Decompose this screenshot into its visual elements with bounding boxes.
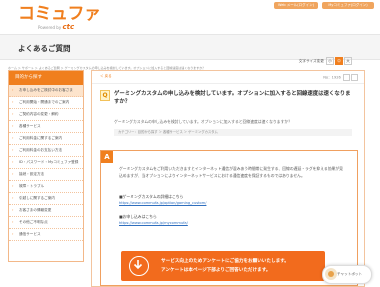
sidebar-item-label: お申し込みをご検討中のお客さま bbox=[19, 88, 73, 92]
survey-line-2: アンケートは本ページ下部よりご回答いただけます。 bbox=[161, 268, 271, 273]
question-number: No：1926 bbox=[323, 74, 358, 81]
sidebar-item-services[interactable]: › 各種サービス bbox=[9, 121, 83, 133]
arrow-icon: › bbox=[12, 148, 14, 152]
sidebar-title: 目的から探す bbox=[9, 71, 83, 85]
page-title: よくあるご質問 bbox=[18, 44, 71, 53]
arrow-icon: › bbox=[12, 88, 14, 92]
question-badge: Q bbox=[100, 90, 110, 101]
arrow-icon: › bbox=[12, 184, 14, 188]
mycommufa-login-button[interactable]: Myコミュファ(ログイン) bbox=[322, 2, 374, 9]
sidebar-item-info-change[interactable]: › お客さまの情報変更 bbox=[9, 205, 83, 217]
arrow-icon: › bbox=[12, 124, 14, 128]
sidebar-item-contract[interactable]: › ご契約内容の変更・解約 bbox=[9, 109, 83, 121]
sidebar-item-start[interactable]: › ご利用開始・開通までのご案内 bbox=[9, 97, 83, 109]
sidebar-item-label: 各種サービス bbox=[19, 124, 41, 128]
arrow-icon: › bbox=[12, 112, 14, 116]
text-size-control: 文字サイズ変更 小中大 bbox=[299, 57, 352, 65]
gaming-custom-detail-label: ■ゲーミングカスタムの詳細はこちら bbox=[119, 194, 184, 199]
chatbot-button[interactable]: チャットボット bbox=[322, 265, 372, 284]
apply-link[interactable]: https://www.commufa.jp/mycommufa/ bbox=[119, 221, 188, 225]
question-number-text: No：1926 bbox=[323, 75, 341, 80]
sidebar-item-setup[interactable]: › 接続・設定方法 bbox=[9, 169, 83, 181]
arrow-icon: › bbox=[12, 172, 14, 176]
sidebar-item-fees[interactable]: › ご利用料金に関するご案内 bbox=[9, 133, 83, 145]
sidebar-item-comm-services[interactable]: › 通信サービス bbox=[9, 229, 83, 241]
question-title: ゲーミングカスタムの申し込みを検討しています。オプションに加入すると回線速度は速… bbox=[114, 91, 351, 105]
text-size-large[interactable]: 大 bbox=[344, 57, 352, 65]
share-icon[interactable] bbox=[351, 74, 358, 81]
sidebar-item-id-password[interactable]: › ID・パスワード・Myコミュファ登録 bbox=[9, 157, 83, 169]
back-link[interactable]: ＜ 戻る bbox=[100, 74, 112, 79]
ctc-logo: ctc bbox=[62, 23, 75, 31]
sidebar-item-label: 通信サービス bbox=[19, 232, 41, 236]
faq-toolbar: ＜ 戻る 文字サイズ変更 小中大 No：1926 bbox=[92, 57, 364, 84]
arrow-down-icon bbox=[129, 256, 149, 276]
answer-body: ゲーミングカスタムをご利用いただきますとインターネット通信が混みあう時間帯に発生… bbox=[119, 166, 343, 178]
arrow-icon: › bbox=[12, 160, 14, 164]
sidebar-item-label: その他ご不明な点 bbox=[19, 220, 48, 224]
arrow-icon: › bbox=[12, 136, 14, 140]
category-path[interactable]: カテゴリー：目的から探す ＞ 各種サービス ＞ ゲーミングカスタム bbox=[114, 129, 352, 136]
text-size-small[interactable]: 小 bbox=[326, 57, 334, 65]
site-header: コミュファ Powered by ctc Web メール(ログイン) Myコミュ… bbox=[0, 0, 380, 32]
print-icon[interactable] bbox=[343, 74, 350, 81]
survey-line-1: サービス向上のためアンケートにご協力をお願いいたします。 bbox=[161, 259, 289, 264]
survey-banner[interactable]: サービス向上のためアンケートにご協力をお願いいたします。 アンケートは本ページ下… bbox=[121, 251, 325, 281]
arrow-icon: › bbox=[12, 196, 14, 200]
gaming-custom-detail-link[interactable]: https://www.commufa.jp/option/gaming_cus… bbox=[119, 201, 206, 205]
sidebar-item-moving[interactable]: › 引越しに関するご案内 bbox=[9, 193, 83, 205]
sidebar-item-payment[interactable]: › ご利用料金のお支払い方法 bbox=[9, 145, 83, 157]
sidebar-item-consideration[interactable]: › お申し込みをご検討中のお客さま bbox=[9, 85, 83, 97]
sidebar-item-label: ID・パスワード・Myコミュファ登録 bbox=[19, 160, 79, 164]
sidebar-item-label: 引越しに関するご案内 bbox=[19, 196, 55, 200]
arrow-icon: › bbox=[12, 208, 14, 212]
powered-by-text: Powered by bbox=[38, 25, 62, 30]
chatbot-label: チャットボット bbox=[337, 272, 363, 276]
text-size-medium[interactable]: 中 bbox=[335, 57, 343, 65]
sidebar-item-label: ご利用料金に関するご案内 bbox=[19, 136, 63, 140]
sidebar: 目的から探す › お申し込みをご検討中のお客さま › ご利用開始・開通までのご案内 … bbox=[8, 70, 84, 262]
sidebar-item-label: ご利用料金のお支払い方法 bbox=[19, 148, 63, 152]
sidebar-item-label: お客さまの情報変更 bbox=[19, 208, 52, 212]
text-size-label: 文字サイズ変更 bbox=[298, 59, 324, 63]
question-body: ゲーミングカスタムの申し込みを検討しています。オプションに加入すると回線速度は速… bbox=[114, 119, 292, 124]
arrow-icon: › bbox=[12, 100, 14, 104]
chatbot-avatar-icon bbox=[325, 268, 337, 280]
sidebar-item-label: 故障・トラブル bbox=[19, 184, 45, 188]
sidebar-item-other[interactable]: › その他ご不明な点 bbox=[9, 217, 83, 229]
sidebar-item-label: 接続・設定方法 bbox=[19, 172, 45, 176]
sidebar-item-label: ご契約内容の変更・解約 bbox=[19, 112, 59, 116]
survey-text: サービス向上のためアンケートにご協力をお願いいたします。 アンケートは本ページ下… bbox=[161, 257, 289, 275]
arrow-icon: › bbox=[12, 220, 14, 224]
powered-by: Powered by ctc bbox=[38, 23, 74, 31]
sidebar-item-label: ご利用開始・開通までのご案内 bbox=[19, 100, 70, 104]
answer-badge: A bbox=[101, 151, 113, 163]
apply-label: ■お申し込みはこちら bbox=[119, 214, 157, 219]
arrow-icon: › bbox=[12, 232, 14, 236]
webmail-login-button[interactable]: Web メール(ログイン) bbox=[274, 2, 318, 9]
sidebar-item-trouble[interactable]: › 故障・トラブル bbox=[9, 181, 83, 193]
commufa-logo[interactable]: コミュファ bbox=[18, 6, 101, 23]
